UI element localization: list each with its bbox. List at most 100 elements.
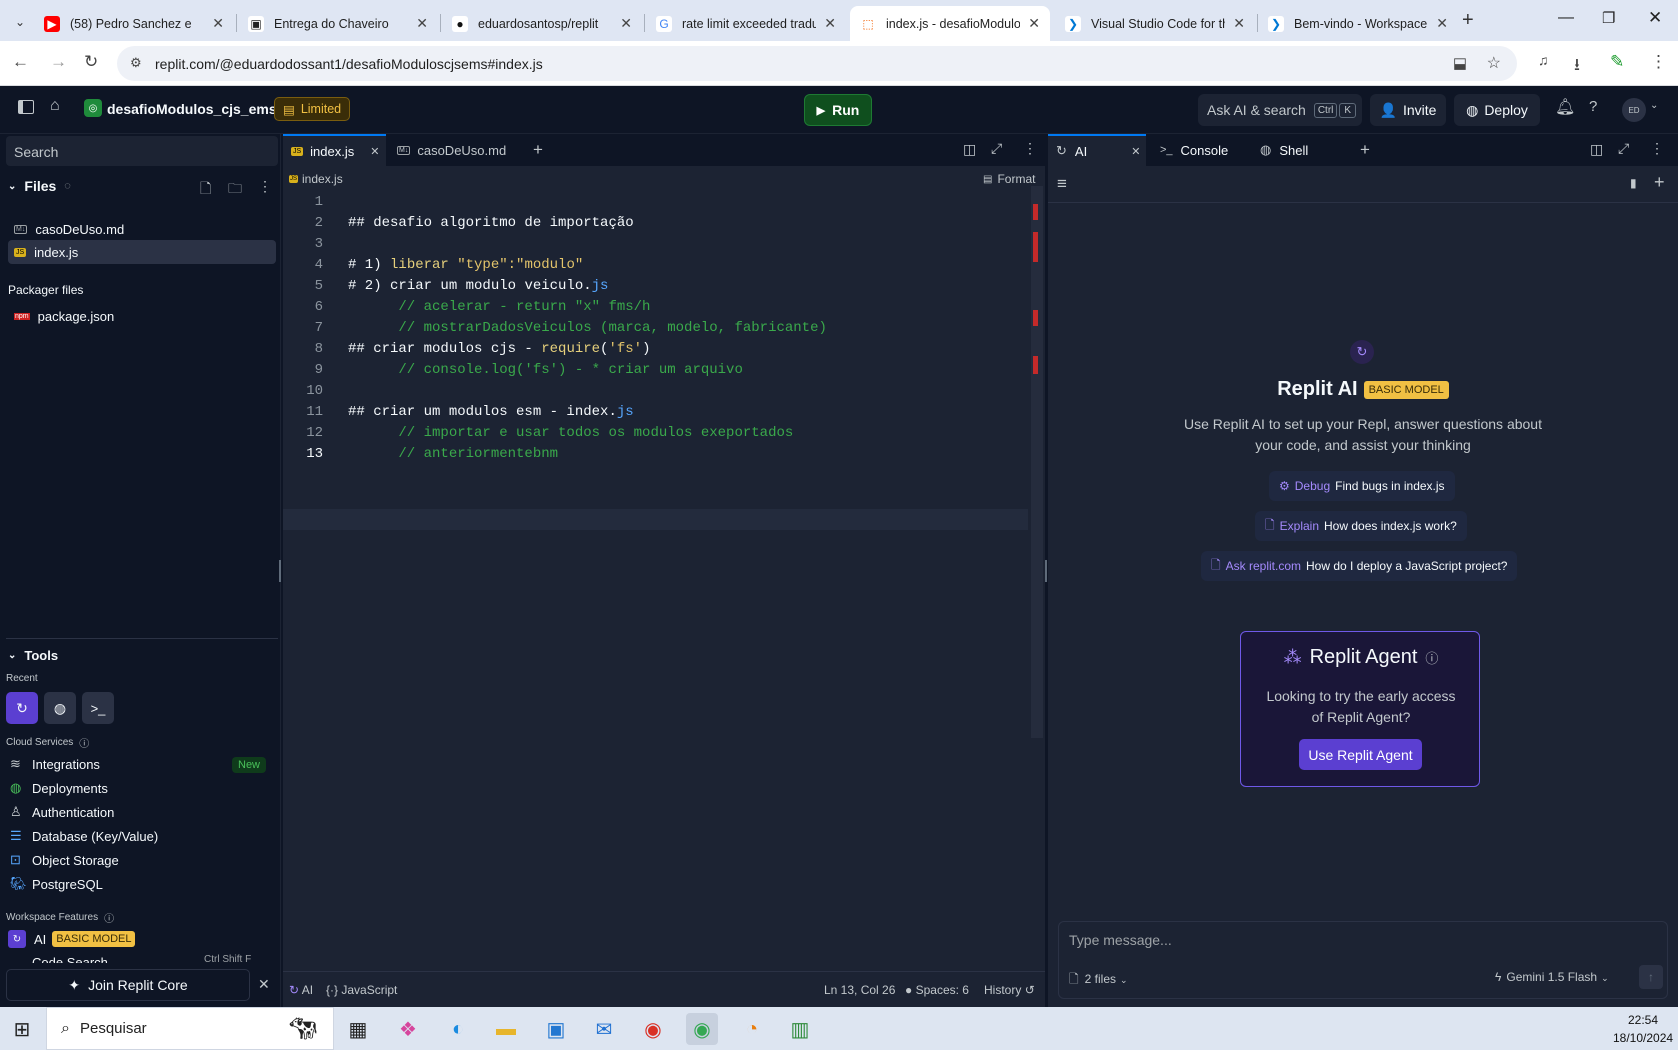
browser-tab-1[interactable]: ▶ (58) Pedro Sanchez e ✕ [34,6,234,41]
browser-tab-5[interactable]: ⬚ index.js - desafioModulo ✕ [850,6,1050,41]
taskbar-search[interactable]: ⌕ Pesquisar 🐄︎ [46,1007,334,1050]
edge-icon[interactable]: ◐ [442,1013,474,1045]
back-icon[interactable]: ← [12,52,29,72]
tool-deployments[interactable]: ◍ Deployments [10,780,108,796]
limited-badge[interactable]: ▤ Limited [274,97,351,121]
copilot-icon[interactable]: ❖ [392,1013,424,1045]
maximize-button[interactable]: ❐ [1602,9,1615,27]
avatar[interactable]: ED [1622,98,1646,122]
new-tab-button[interactable]: + [1462,9,1474,32]
close-tab-icon[interactable]: ✕ [212,15,224,32]
model-selector[interactable]: ϟ Gemini 1.5 Flash ⌄ [1495,970,1609,984]
chrome-icon[interactable]: ◉ [637,1013,669,1045]
pane-resize-handle[interactable] [279,560,281,582]
tool-authentication[interactable]: ♙ Authentication [10,804,114,820]
send-button[interactable]: ↑ [1639,965,1663,989]
suggestion-explain[interactable]: 🗋 Explain How does index.js work? [1255,511,1467,541]
pane-menu-icon[interactable]: ⋮ [1023,140,1037,157]
mail-icon[interactable]: ✉ [588,1013,620,1045]
expand-icon[interactable]: ⤢ [991,140,1002,157]
invite-button[interactable]: 👤 Invite [1370,94,1446,126]
home-icon[interactable]: ⌂ [50,97,60,115]
close-tab-icon[interactable]: ✕ [1131,145,1140,158]
format-button[interactable]: ▤ Format [983,172,1035,186]
browser-tab-4[interactable]: Grate limit exceeded tradu ✕ [646,6,846,41]
suggestion-ask-replit[interactable]: 🗋 Ask replit.com How do I deploy a JavaScr… [1201,551,1518,581]
split-pane-icon[interactable]: ◫ [1590,141,1603,158]
message-input[interactable]: Type message... [1069,932,1172,948]
file-item-package-json[interactable]: npm package.json [8,305,114,327]
file-search-input[interactable]: Search [6,136,278,166]
info-icon[interactable]: ⓘ [1425,648,1438,667]
recent-deploy-tool-icon[interactable]: ◍ [44,692,76,724]
browser-tab-2[interactable]: ▣ Entrega do Chaveiro ✕ [238,6,438,41]
blender-icon[interactable]: ◔ [736,1013,768,1045]
toggle-sidebar-icon[interactable] [18,100,34,114]
site-info-icon[interactable]: ⚙ [130,55,142,71]
bell-icon[interactable]: 🔔︎ [1555,97,1575,117]
close-tab-icon[interactable]: ✕ [1436,15,1448,32]
explorer-icon[interactable]: ▬ [490,1013,522,1045]
run-button[interactable]: ▶ Run [804,94,872,126]
recent-ai-tool-icon[interactable]: ↻ [6,692,38,724]
tools-header[interactable]: ⌄ Tools [8,648,58,663]
new-chat-icon[interactable]: + [1654,172,1665,193]
url-field[interactable]: ⚙ replit.com/@eduardodossant1/desafioMod… [117,46,1517,81]
bookmark-star-icon[interactable]: ☆ [1487,53,1501,73]
tab-casodeuso[interactable]: M↓ casoDeUso.md [389,134,509,166]
expand-icon[interactable]: ⤢ [1618,140,1629,157]
status-spaces[interactable]: ● Spaces: 6 [905,983,969,997]
add-tab-icon[interactable]: + [1360,140,1370,160]
status-history[interactable]: History ↺ [984,983,1035,997]
start-icon[interactable]: ⊞ [6,1013,38,1045]
close-join-icon[interactable]: ✕ [258,976,270,993]
usage-chart-icon[interactable]: ▮ [1630,176,1637,190]
feature-ai[interactable]: ↻ AI BASIC MODEL [8,930,136,948]
editor-scrollbar[interactable] [1031,186,1043,738]
file-item-indexjs[interactable]: JS index.js [8,240,276,264]
tab-console[interactable]: >_ Console [1152,134,1248,166]
file-item-casodeuso[interactable]: M↓ casoDeUso.md [8,218,276,240]
hamburger-icon[interactable]: ≡ [1057,174,1067,194]
chrome-active-icon[interactable]: ◉ [686,1013,718,1045]
close-tab-icon[interactable]: ✕ [416,15,428,32]
files-menu-icon[interactable]: ⋮ [258,178,272,195]
browser-tab-3[interactable]: ● eduardosantosp/replit ✕ [442,6,642,41]
chrome-menu-icon[interactable]: ⋮ [1650,52,1667,72]
install-icon[interactable]: ⬓ [1453,54,1467,72]
suggestion-debug[interactable]: ⚙ Debug Find bugs in index.js [1269,471,1455,501]
forward-icon[interactable]: → [50,52,67,72]
app-icon[interactable]: ▥ [784,1013,816,1045]
deploy-button[interactable]: ◍ Deploy [1454,94,1540,126]
media-icon[interactable]: ♫ [1538,52,1549,68]
files-header[interactable]: ⌄ Files ◌ [8,178,71,194]
close-tab-icon[interactable]: ✕ [370,145,379,158]
downloads-icon[interactable]: ⭳ [1574,52,1580,81]
tool-database[interactable]: ☰ Database (Key/Value) [10,828,158,844]
extension-icon[interactable]: ✎ [1610,52,1624,72]
avatar-chevron-icon[interactable]: ⌄ [1650,100,1658,111]
close-window-button[interactable]: ✕ [1648,8,1662,28]
store-icon[interactable]: ▣ [540,1013,572,1045]
pane-resize-handle[interactable] [1045,560,1047,582]
tool-postgresql[interactable]: 🐘︎ PostgreSQL [10,876,103,892]
repl-name[interactable]: desafioModulos_cjs_ems [107,101,277,117]
use-replit-agent-button[interactable]: Use Replit Agent [1299,739,1422,770]
minimize-button[interactable]: — [1558,9,1574,27]
files-context-button[interactable]: 🗋 2 files ⌄ [1069,970,1128,991]
status-ai[interactable]: ↻ AI [289,983,313,997]
browser-tab-7[interactable]: ❯ Bem-vindo - Workspace ✕ [1258,6,1458,41]
ai-search-box[interactable]: Ask AI & search Ctrl K [1198,94,1362,126]
clock-time[interactable]: 22:54 [1628,1013,1658,1027]
close-tab-icon[interactable]: ✕ [1233,15,1245,32]
tab-ai[interactable]: ↻ AI ✕ [1048,134,1146,166]
new-folder-icon[interactable]: 🗀 [228,178,242,202]
tool-integrations[interactable]: ≋ Integrations [10,756,100,772]
reload-icon[interactable]: ↻ [84,52,98,72]
tab-search-button[interactable]: ⌄ [8,10,32,34]
new-file-icon[interactable]: 🗋 [200,178,211,202]
tab-shell[interactable]: ◍ Shell [1252,134,1346,166]
close-tab-icon[interactable]: ✕ [824,15,836,32]
browser-tab-6[interactable]: ❯ Visual Studio Code for th ✕ [1055,6,1255,41]
tab-indexjs[interactable]: JS index.js ✕ [283,134,386,166]
